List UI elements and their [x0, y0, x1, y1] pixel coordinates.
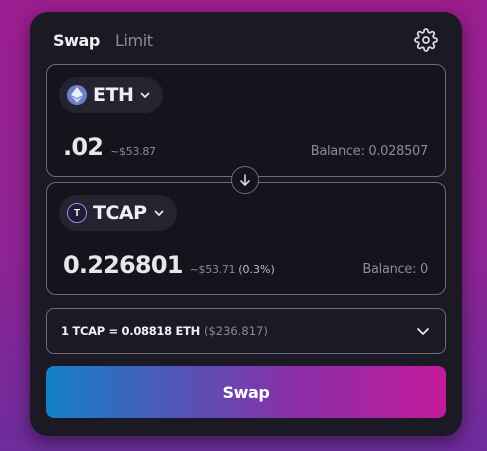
to-token-symbol: TCAP [93, 202, 147, 224]
swap-tabs: Swap Limit [53, 31, 153, 50]
arrow-down-icon [240, 174, 250, 186]
from-token-selector[interactable]: ETH [59, 77, 164, 113]
rate-details-toggle[interactable]: 1 TCAP = 0.08818 ETH ($236.817) [46, 308, 446, 354]
from-balance: Balance: 0.028507 [310, 144, 429, 159]
to-balance: Balance: 0 [362, 262, 428, 277]
from-amount-row: .02 ~$53.87 Balance: 0.028507 [63, 133, 428, 161]
gear-icon[interactable] [414, 28, 438, 52]
tab-limit[interactable]: Limit [115, 31, 153, 50]
tcap-icon-letter: T [73, 207, 81, 219]
to-amount-row: 0.226801 ~$53.71 (0.3%) Balance: 0 [63, 251, 428, 279]
from-usd-value: ~$53.87 [110, 145, 156, 158]
to-token-panel: T TCAP 0.226801 ~$53.71 (0.3%) Balance: … [46, 182, 446, 295]
to-token-selector[interactable]: T TCAP [59, 195, 177, 231]
tcap-icon: T [67, 203, 87, 223]
tab-swap[interactable]: Swap [53, 31, 100, 50]
switch-tokens-button[interactable] [231, 166, 259, 194]
eth-icon [67, 85, 87, 105]
chevron-down-icon [417, 328, 429, 335]
swap-button[interactable]: Swap [46, 366, 446, 418]
chevron-down-icon [154, 210, 163, 216]
to-amount-output[interactable]: 0.226801 [63, 251, 183, 279]
exchange-rate-usd: ($236.817) [203, 324, 268, 338]
chevron-down-icon [140, 92, 150, 98]
from-token-symbol: ETH [93, 84, 134, 106]
exchange-rate: 1 TCAP = 0.08818 ETH [61, 324, 200, 338]
from-token-panel: ETH .02 ~$53.87 Balance: 0.028507 [46, 64, 446, 177]
swap-card: Swap Limit ETH .02 ~$53.87 Balance: 0.02… [30, 12, 462, 436]
price-impact: (0.3%) [238, 263, 275, 276]
to-usd-value: ~$53.71 [189, 263, 236, 276]
from-amount-input[interactable]: .02 [63, 133, 104, 161]
